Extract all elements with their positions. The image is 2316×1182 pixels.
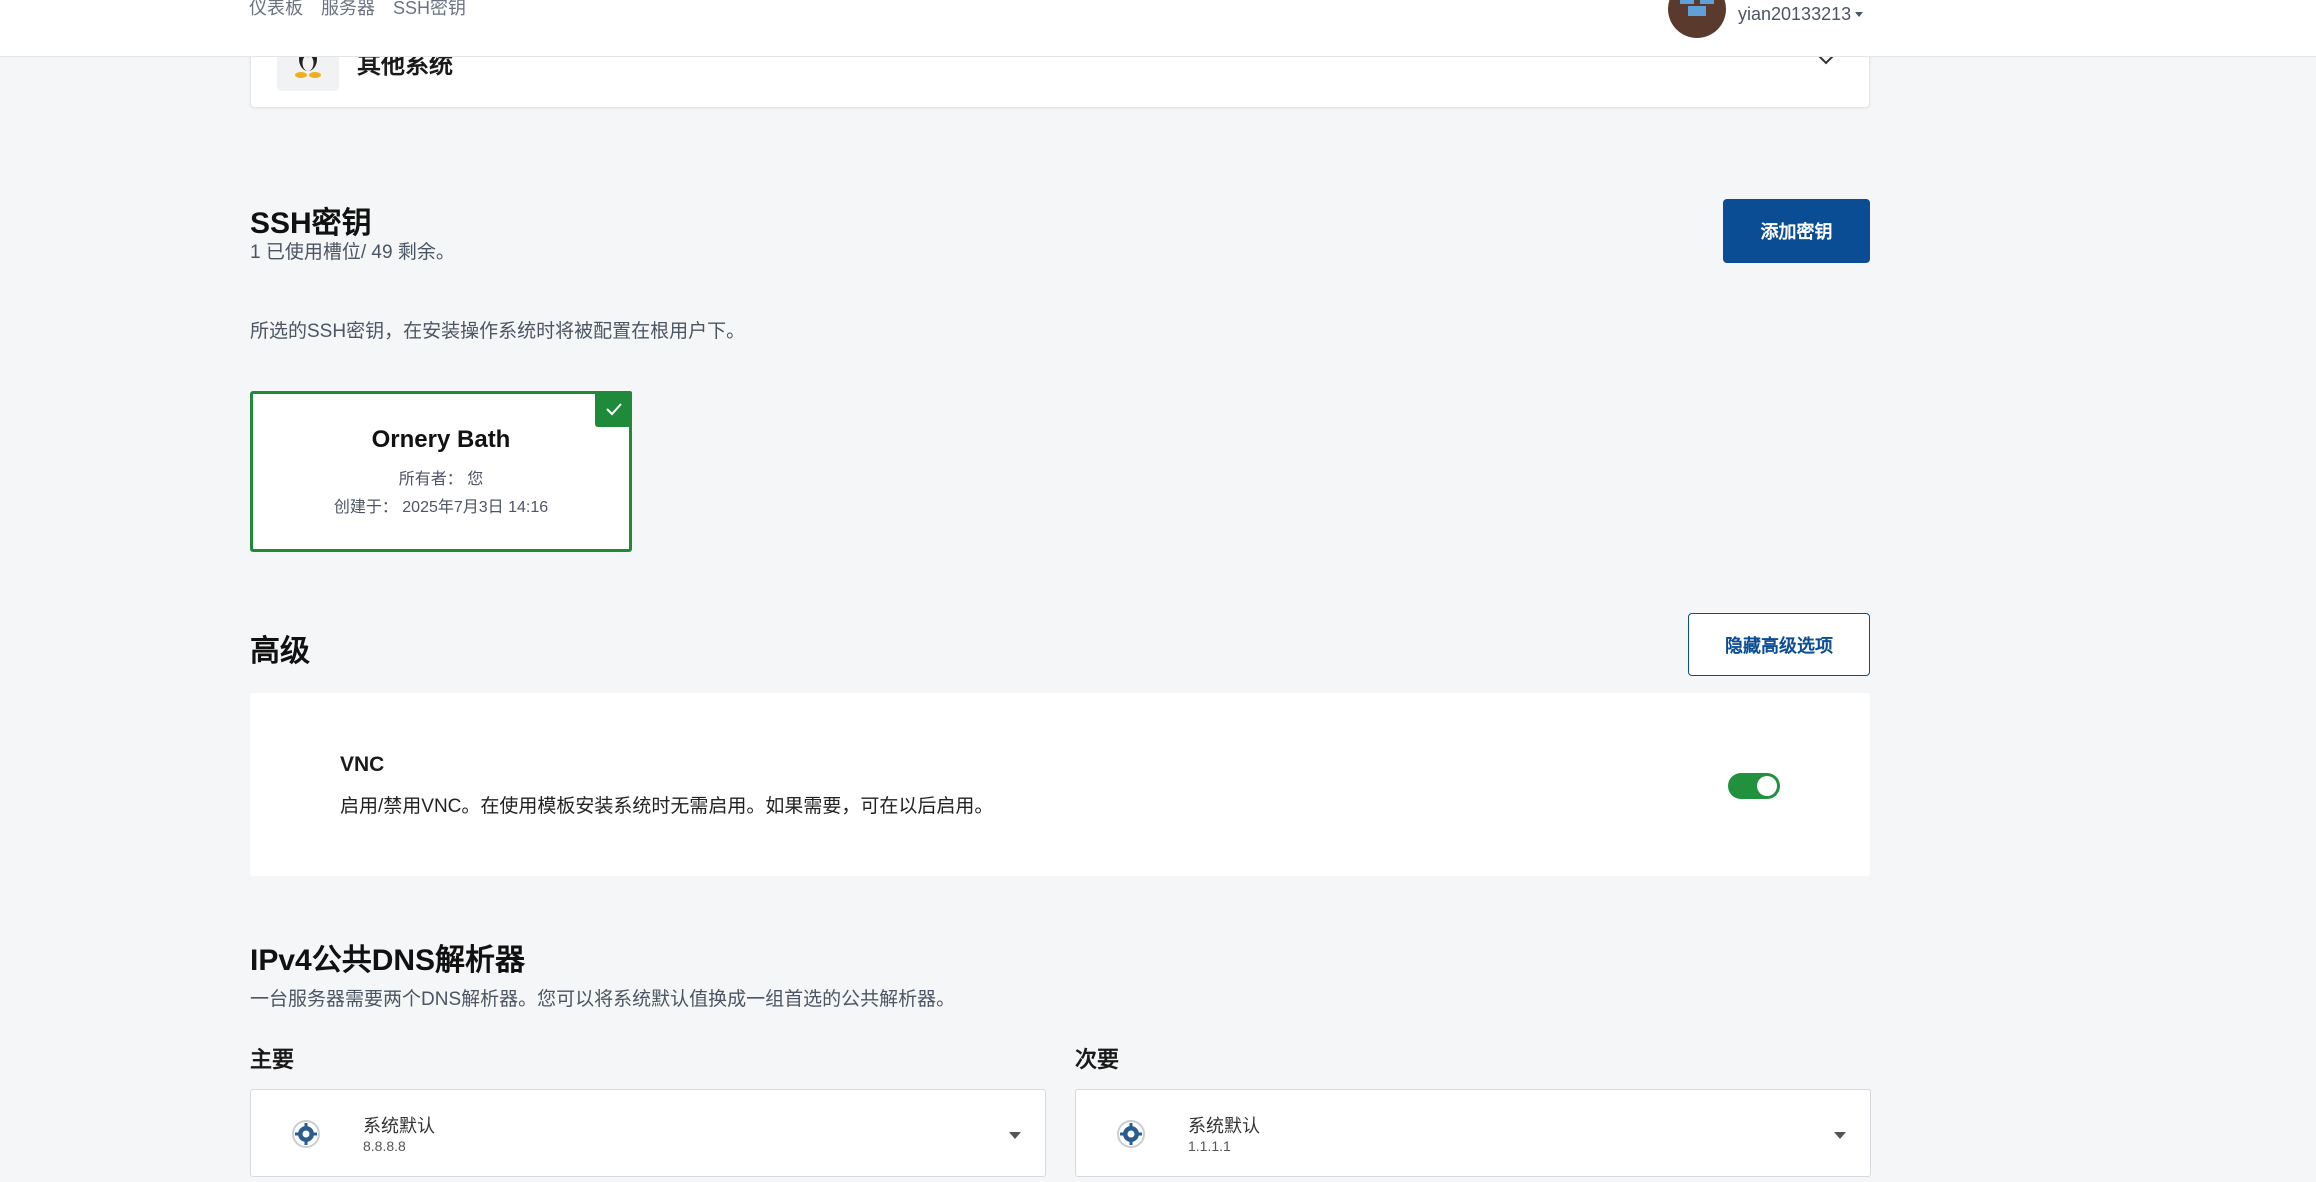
top-header: 仪表板 服务器 SSH密钥 yian20133213 [0, 0, 2316, 57]
dropdown-arrow-icon [1834, 1132, 1846, 1139]
user-menu[interactable]: yian20133213 [1668, 0, 1864, 38]
dns-secondary-select[interactable]: 系统默认 1.1.1.1 [1075, 1089, 1871, 1177]
ssh-key-owner: 所有者： 您 [398, 471, 484, 488]
dns-primary-select[interactable]: 系统默认 8.8.8.8 [250, 1089, 1046, 1177]
breadcrumb-dashboard[interactable]: 仪表板 [249, 0, 303, 20]
hide-advanced-button[interactable]: 隐藏高级选项 [1688, 613, 1870, 676]
ssh-section-title: SSH密钥 [250, 207, 372, 240]
add-key-button[interactable]: 添加密钥 [1723, 199, 1870, 263]
ssh-key-card[interactable]: Ornery Bath 所有者： 您 创建于： 2025年7月3日 14:16 [250, 391, 632, 552]
vnc-toggle[interactable] [1728, 773, 1780, 799]
dns-description: 一台服务器需要两个DNS解析器。您可以将系统默认值换成一组首选的公共解析器。 [250, 989, 956, 1010]
ssh-key-meta: 所有者： 您 创建于： 2025年7月3日 14:16 [253, 466, 629, 522]
ssh-key-created: 创建于： 2025年7月3日 14:16 [333, 499, 549, 516]
ssh-note: 所选的SSH密钥，在安装操作系统时将被配置在根用户下。 [250, 321, 746, 342]
avatar[interactable] [1668, 0, 1726, 38]
check-icon [595, 391, 632, 427]
vnc-description: 启用/禁用VNC。在使用模板安装系统时无需启用。如果需要，可在以后启用。 [340, 796, 994, 817]
breadcrumb-ssh-keys[interactable]: SSH密钥 [393, 0, 466, 20]
ssh-slots-text: 1 已使用槽位/ 49 剩余。 [250, 242, 455, 263]
dns-section-title: IPv4公共DNS解析器 [250, 944, 526, 977]
breadcrumb: 仪表板 服务器 SSH密钥 [249, 0, 466, 20]
advanced-section-title: 高级 [250, 635, 310, 668]
vnc-title: VNC [340, 753, 385, 776]
gear-icon [1116, 1119, 1146, 1154]
caret-down-icon [1855, 12, 1864, 18]
dns-primary-ip: 8.8.8.8 [363, 1138, 406, 1154]
vnc-card: VNC 启用/禁用VNC。在使用模板安装系统时无需启用。如果需要，可在以后启用。 [250, 693, 1870, 876]
dropdown-arrow-icon [1009, 1132, 1021, 1139]
breadcrumb-servers[interactable]: 服务器 [321, 0, 375, 20]
username[interactable]: yian20133213 [1738, 3, 1864, 25]
username-text: yian20133213 [1738, 3, 1852, 24]
dns-secondary-value: 系统默认 [1188, 1116, 1260, 1136]
gear-icon [291, 1119, 321, 1154]
dns-secondary-ip: 1.1.1.1 [1188, 1138, 1231, 1154]
dns-primary-label: 主要 [250, 1047, 295, 1072]
dns-secondary-label: 次要 [1075, 1047, 1120, 1072]
toggle-knob [1757, 776, 1777, 796]
ssh-key-name: Ornery Bath [371, 426, 511, 453]
dns-primary-value: 系统默认 [363, 1116, 435, 1136]
